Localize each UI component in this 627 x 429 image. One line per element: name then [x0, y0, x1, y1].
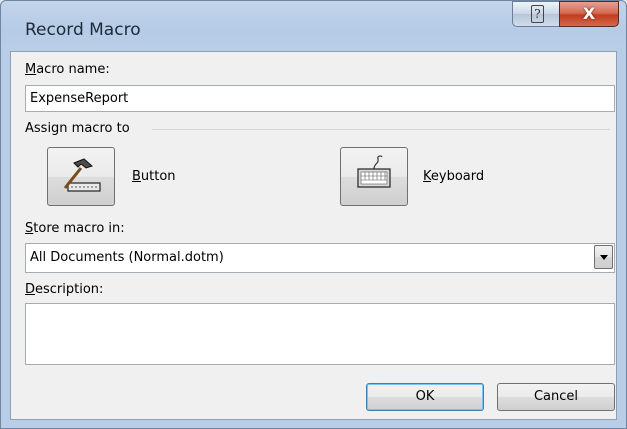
keyboard-icon — [357, 155, 391, 188]
cancel-button[interactable]: Cancel — [497, 383, 615, 411]
help-button[interactable]: ? — [512, 1, 560, 27]
store-macro-label: Store macro in: — [25, 221, 125, 236]
macro-name-input[interactable]: ExpenseReport — [25, 85, 615, 112]
keyboard-option-label[interactable]: Keyboard — [423, 169, 484, 184]
store-macro-select[interactable]: All Documents (Normal.dotm) — [25, 243, 615, 273]
record-macro-dialog: Record Macro ? X Macro name: ExpenseRepo… — [0, 0, 627, 429]
hammer-icon — [63, 158, 101, 192]
store-macro-value: All Documents (Normal.dotm) — [30, 250, 224, 265]
assign-button-button[interactable] — [47, 147, 115, 206]
group-separator — [152, 129, 610, 130]
description-label: Description: — [25, 282, 104, 297]
description-input[interactable] — [25, 303, 615, 365]
assign-macro-heading: Assign macro to — [25, 121, 130, 136]
dialog-body: Macro name: ExpenseReport Assign macro t… — [10, 51, 617, 420]
ok-button[interactable]: OK — [366, 383, 484, 411]
close-button[interactable]: X — [559, 1, 619, 27]
title-bar[interactable]: Record Macro ? X — [1, 1, 626, 51]
assign-keyboard-button[interactable] — [340, 147, 408, 206]
dialog-title: Record Macro — [25, 20, 141, 40]
macro-name-label: Macro name: — [25, 62, 110, 77]
button-option-label[interactable]: Button — [132, 169, 176, 184]
chevron-down-icon[interactable] — [594, 245, 613, 269]
close-icon: X — [582, 4, 596, 23]
help-icon: ? — [531, 5, 544, 23]
